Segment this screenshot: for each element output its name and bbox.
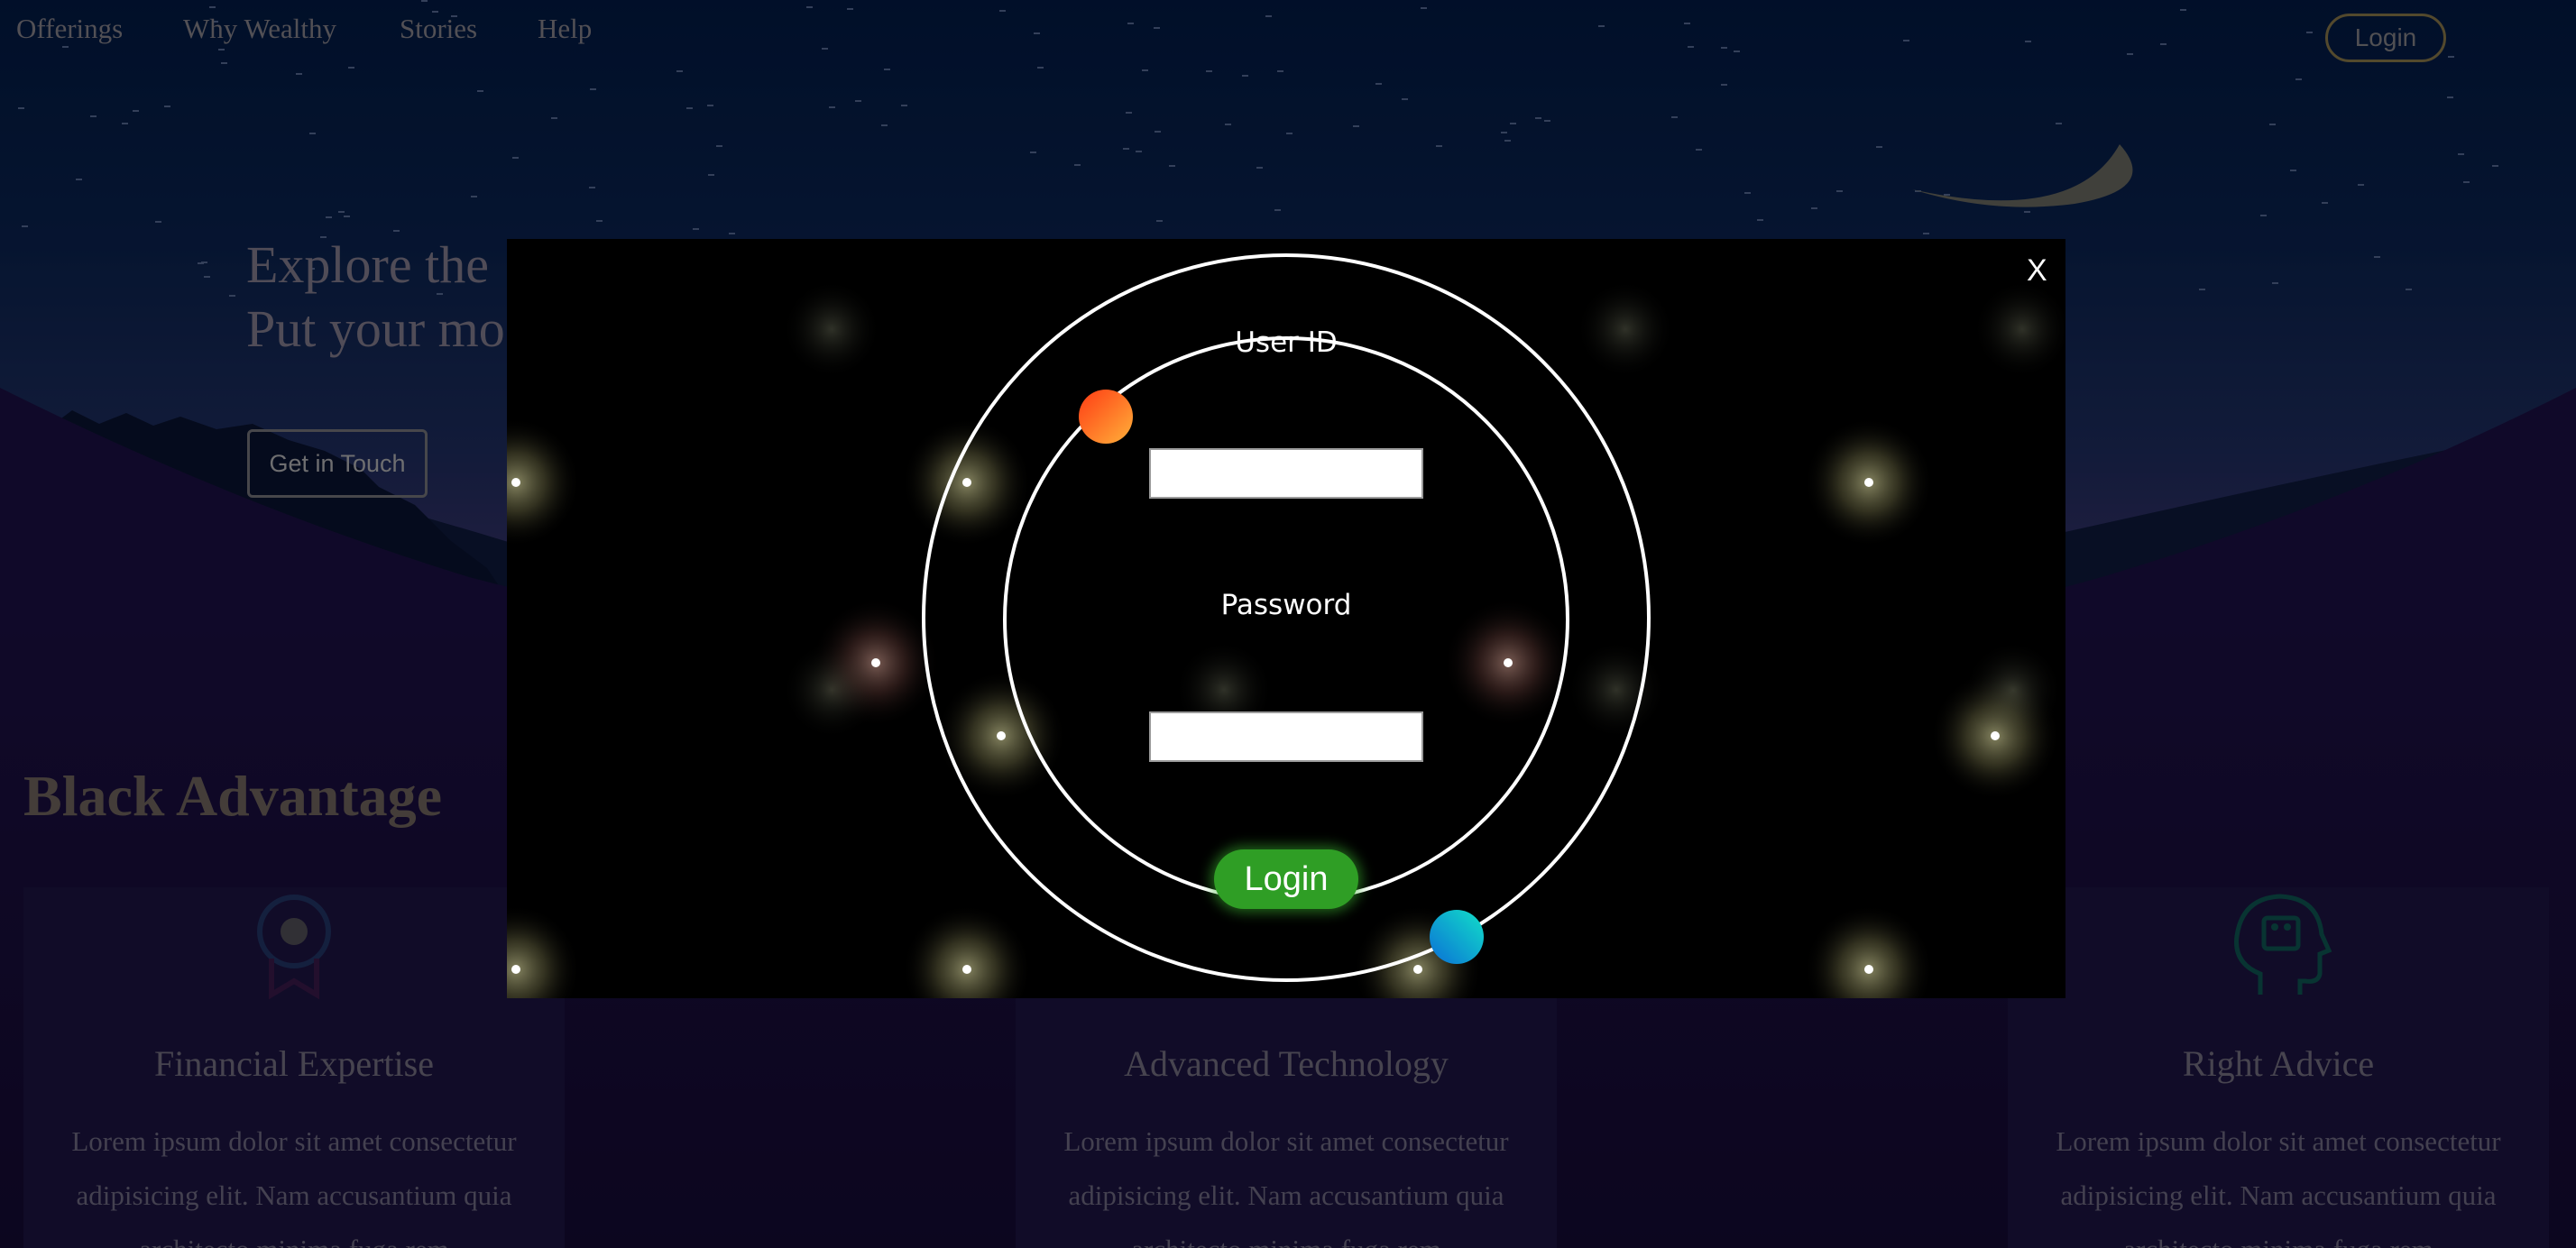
password-input[interactable] <box>1149 711 1423 762</box>
close-button[interactable]: X <box>2027 253 2047 289</box>
particle-glow <box>902 904 1032 998</box>
particle-dot <box>511 478 520 487</box>
particle-glow <box>782 280 881 379</box>
password-label: Password <box>1220 589 1352 621</box>
particle-dot <box>1504 658 1513 667</box>
particle-glow <box>782 640 881 739</box>
particle-glow <box>1964 640 2063 739</box>
particle-glow <box>1576 280 1675 379</box>
particle-glow <box>1973 280 2065 379</box>
particle-glow <box>1804 904 1934 998</box>
particle-dot <box>1413 965 1422 974</box>
login-modal: X User ID Password Login <box>507 239 2065 998</box>
particle-dot <box>997 731 1006 740</box>
orange-orb <box>1079 390 1133 444</box>
userid-label: User ID <box>1235 326 1338 359</box>
login-button[interactable]: Login <box>1214 849 1358 909</box>
particle-glow <box>507 904 581 998</box>
particle-dot <box>511 965 520 974</box>
particle-dot <box>962 965 971 974</box>
particle-dot <box>1864 478 1873 487</box>
particle-dot <box>1864 965 1873 974</box>
userid-input[interactable] <box>1149 448 1423 499</box>
page: Offerings Why Wealthy Stories Help Login… <box>0 0 2576 1248</box>
cyan-orb <box>1430 910 1484 964</box>
particle-glow <box>1567 640 1666 739</box>
particle-dot <box>962 478 971 487</box>
